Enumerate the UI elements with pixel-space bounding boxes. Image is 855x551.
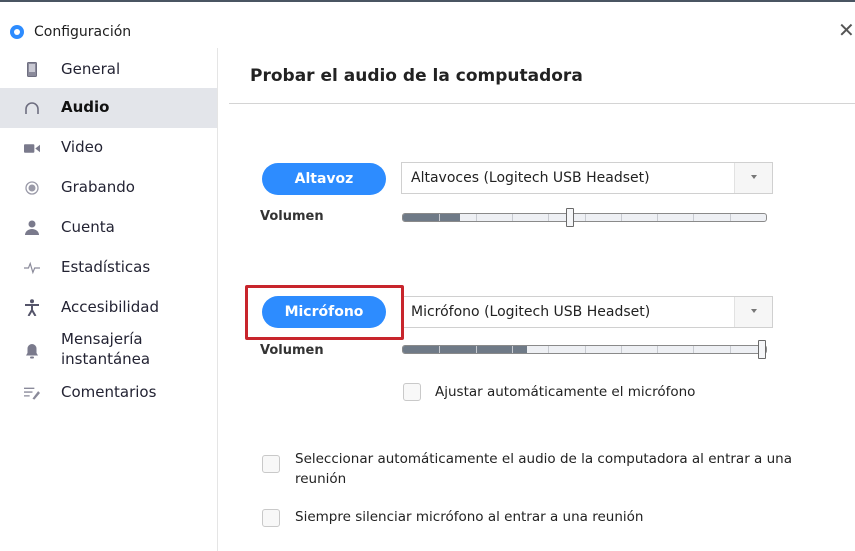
speaker-device-select[interactable]: Altavoces (Logitech USB Headset) [401, 162, 773, 194]
sidebar-item-estadisticas[interactable]: Estadísticas [0, 248, 217, 288]
chevron-down-icon [751, 175, 757, 179]
sidebar-item-accesibilidad[interactable]: Accesibilidad [0, 288, 217, 328]
slider-tick [585, 346, 586, 353]
mute-on-join-label: Siempre silenciar micrófono al entrar a … [295, 509, 644, 525]
slider-tick [512, 214, 513, 221]
bell-icon [24, 343, 40, 359]
auto-adjust-mic-checkbox[interactable] [403, 383, 421, 401]
microphone-volume-slider[interactable] [402, 340, 767, 359]
title-divider [229, 103, 855, 104]
record-icon [24, 180, 40, 196]
sidebar-item-label: Mensajería instantánea [61, 330, 151, 368]
speaker-volume-label: Volumen [260, 209, 324, 224]
pulse-icon [24, 260, 40, 276]
slider-tick [657, 346, 658, 353]
microphone-volume-ticks [403, 346, 766, 353]
phone-device-icon [24, 61, 40, 77]
slider-tick [693, 214, 694, 221]
microphone-volume-label: Volumen [260, 343, 324, 358]
microphone-device-select[interactable]: Micrófono (Logitech USB Headset) [401, 296, 773, 328]
sidebar-item-grabando[interactable]: Grabando [0, 168, 217, 208]
page-title: Probar el audio de la computadora [250, 66, 583, 86]
microphone-volume-thumb[interactable] [758, 340, 766, 359]
slider-tick [585, 214, 586, 221]
test-microphone-button[interactable]: Micrófono [262, 296, 386, 328]
microphone-dropdown-toggle[interactable] [734, 297, 772, 327]
auto-adjust-mic-label: Ajustar automáticamente el micrófono [435, 384, 696, 400]
sidebar-item-comentarios[interactable]: Comentarios [0, 373, 217, 413]
speaker-volume-slider[interactable] [402, 208, 767, 227]
slider-tick [548, 346, 549, 353]
slider-tick [512, 346, 513, 353]
slider-tick [476, 214, 477, 221]
slider-tick [476, 346, 477, 353]
slider-tick [621, 346, 622, 353]
speaker-device-value: Altavoces (Logitech USB Headset) [411, 170, 650, 186]
sidebar-item-audio[interactable]: Audio [0, 88, 217, 128]
window-title: Configuración [34, 24, 132, 40]
slider-tick [730, 346, 731, 353]
speaker-volume-ticks [403, 214, 766, 221]
slider-tick [657, 214, 658, 221]
test-speaker-button[interactable]: Altavoz [262, 163, 386, 195]
speaker-dropdown-toggle[interactable] [734, 163, 772, 193]
sidebar-item-label: Cuenta [61, 218, 115, 236]
sidebar-item-video[interactable]: Video [0, 128, 217, 168]
sidebar-item-mensajeria[interactable]: Mensajería instantánea [0, 328, 217, 376]
sidebar-item-label: Accesibilidad [61, 298, 159, 316]
sidebar-item-label: Grabando [61, 178, 135, 196]
zoom-logo-icon [10, 25, 24, 39]
sidebar-item-label: General [61, 60, 121, 78]
close-icon[interactable]: ✕ [838, 20, 855, 40]
sidebar-item-cuenta[interactable]: Cuenta [0, 208, 217, 248]
sidebar-item-label: Video [61, 138, 104, 156]
mute-on-join-checkbox[interactable] [262, 509, 280, 527]
chevron-down-icon [751, 309, 757, 313]
settings-sidebar: General Audio Video Grabando Cuenta Esta… [0, 48, 217, 551]
auto-join-audio-label: Seleccionar automáticamente el audio de … [295, 451, 792, 487]
headphones-icon [24, 100, 40, 116]
sidebar-item-label: Comentarios [61, 383, 157, 401]
slider-tick [621, 214, 622, 221]
speaker-volume-thumb[interactable] [566, 208, 574, 227]
slider-tick [439, 346, 440, 353]
feedback-icon [24, 385, 40, 401]
slider-tick [693, 346, 694, 353]
slider-tick [730, 214, 731, 221]
sidebar-item-label: Audio [61, 98, 110, 116]
slider-tick [548, 214, 549, 221]
sidebar-item-label: Estadísticas [61, 258, 151, 276]
sidebar-item-general[interactable]: General [0, 50, 217, 90]
slider-tick [439, 214, 440, 221]
video-camera-icon [24, 140, 40, 156]
sidebar-divider [217, 48, 218, 551]
microphone-device-value: Micrófono (Logitech USB Headset) [411, 304, 651, 320]
auto-join-audio-checkbox[interactable] [262, 455, 280, 473]
accessibility-icon [24, 298, 40, 316]
title-bar: Configuración ✕ [0, 2, 855, 42]
user-icon [24, 219, 40, 235]
